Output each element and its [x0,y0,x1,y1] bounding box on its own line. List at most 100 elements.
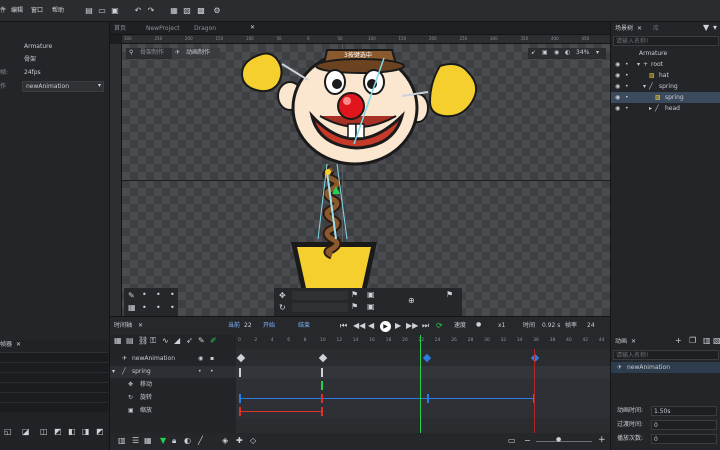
next-frame-icon[interactable]: ▶ [395,322,401,330]
add-keyframe-icon[interactable]: ◈ [222,437,228,445]
more-icon[interactable]: ▧ [713,337,720,345]
tree-row[interactable]: ◉ • ▾ + root [611,59,720,70]
library-tab[interactable]: 库 [653,26,659,32]
dot-icon[interactable]: • [156,304,161,312]
tab-newproject[interactable]: NewProject [146,26,180,32]
copy-icon[interactable]: ❐ [689,337,696,345]
play-times-input[interactable]: 0 [651,434,717,444]
menu-file[interactable]: 件 [0,8,6,14]
motion-icon[interactable]: ➶ [186,337,193,345]
ease-bezier-icon[interactable]: ◩ [96,428,104,436]
flag-icon[interactable]: ⚑ [351,303,358,311]
dot-icon[interactable]: • [625,95,629,101]
move-icon[interactable]: ✥ [279,292,286,300]
tab-home[interactable]: 首页 [114,26,126,32]
undo-icon[interactable]: ↶ [133,6,143,16]
current-frame-value[interactable]: 22 [244,323,252,329]
scene-tree-close-icon[interactable]: ✕ [637,26,642,32]
publish-icon[interactable]: ▩ [196,6,206,16]
layer-row-move[interactable]: ✥ 移动 [110,379,236,391]
rotation-field[interactable] [292,303,348,312]
onion-skin-icon[interactable]: ◐ [184,437,191,445]
list-icon[interactable]: ☰ [132,437,139,445]
prev-frame-icon[interactable]: ◀ [368,322,374,330]
tab-dragon[interactable]: Dragon [194,26,216,32]
settings-icon[interactable]: ⚙ [212,6,222,16]
bone-icon[interactable]: ╱ [198,437,203,445]
zoom-in-icon[interactable]: + [598,436,606,445]
dot-icon[interactable]: • [625,73,629,79]
keyframe-bar[interactable] [321,381,323,390]
keyframe-marker[interactable] [236,353,246,363]
import-icon[interactable]: ▦ [169,6,179,16]
lock-icon[interactable]: 🔒︎ [172,437,176,445]
fps-value[interactable]: 24 [587,323,595,329]
save-icon[interactable]: ▣ [110,6,120,16]
chevron-down-icon[interactable]: ▾ [643,84,646,90]
zoom-out-icon[interactable]: ▭ [508,437,516,445]
chevron-right-icon[interactable]: ▸ [649,106,652,112]
keyframe-bar[interactable] [321,368,323,377]
pen-tool-icon[interactable]: ✎ [128,292,135,300]
keyframe-marker[interactable] [530,353,540,363]
checkbox-icon[interactable]: ▣ [367,291,375,299]
pen-icon[interactable]: ✐ [210,337,217,345]
ease-out-icon[interactable]: ◫ [40,428,48,436]
end-frame-label[interactable]: 结束 [298,323,310,329]
speed-slider-knob[interactable]: ● [476,322,481,328]
keyframe-bar[interactable] [239,368,241,377]
tree-row[interactable]: ◉ • ▸ ╱ head [611,103,720,114]
dot-icon[interactable]: • [170,291,175,299]
frame-grid[interactable]: 0246810121416182022242628303234363840424… [236,335,610,439]
tree-row-selected[interactable]: ◉ • ▨ spring [611,92,720,103]
dot-icon[interactable]: • [625,106,629,112]
eye-icon[interactable]: ◉ [615,62,620,68]
menu-window[interactable]: 窗口 [31,8,43,14]
animation-list-item[interactable]: ✈ newAnimation [611,362,720,373]
layer-row-rotate[interactable]: ↻ 旋转 [110,392,236,404]
first-frame-icon[interactable]: ⏮ [340,322,347,330]
timeline-close-icon[interactable]: ✕ [138,323,143,329]
delete-keyframe-icon[interactable]: ◇ [250,437,256,445]
eye-icon[interactable]: ◉ [615,84,620,90]
link-icon[interactable]: ⛓ [138,337,148,345]
layers-icon[interactable]: ▤ [126,337,134,345]
playhead[interactable] [420,335,422,439]
minus-icon[interactable]: − [524,437,531,445]
play-icon[interactable]: ▶ [380,321,391,332]
ease-in-icon[interactable]: ◪ [22,428,30,436]
flag-icon[interactable]: ⚑ [446,291,453,299]
scene-search-input[interactable]: 请输入名称! [613,36,719,46]
layer-row-spring[interactable]: ▾ ╱ spring • • [110,366,236,378]
add-icon[interactable]: + [675,337,682,345]
dot-icon[interactable]: • [142,291,147,299]
last-frame-icon[interactable]: ⏭ [422,322,429,330]
grid-icon[interactable]: ▦ [144,437,152,445]
scale-icon[interactable]: ⊕ [408,297,415,305]
ease-icon[interactable]: ◢ [174,337,180,345]
flag-icon[interactable]: ⚑ [351,291,358,299]
grid-icon[interactable]: ▦ [114,337,122,345]
timeline-menu-icon[interactable]: ▥ [118,437,126,445]
dot-icon[interactable]: • [170,304,175,312]
chevron-down-icon[interactable]: ▾ [713,24,717,32]
dot-icon[interactable]: • [156,291,161,299]
lock-icon[interactable]: ▪ [210,356,214,362]
delete-icon[interactable]: ▥ [703,337,711,345]
position-field[interactable] [292,291,348,300]
dot-icon[interactable]: • [625,62,629,68]
menu-help[interactable]: 帮助 [52,8,64,14]
rotate-icon[interactable]: ↻ [279,304,286,312]
dot-icon[interactable]: • [210,369,214,375]
keyframe-marker[interactable] [318,353,328,363]
keyframe-marker[interactable] [422,353,432,363]
ease-linear-icon[interactable]: ◱ [4,428,12,436]
layer-row-scale[interactable]: ▣ 缩放 [110,405,236,417]
ease-inout-icon[interactable]: ◩ [54,428,62,436]
dot-icon[interactable]: • [198,369,202,375]
grid-icon[interactable]: ▦ [128,304,136,312]
menu-edit[interactable]: 编辑 [11,8,23,14]
loop-icon[interactable]: ⟳ [436,322,443,330]
dot-icon[interactable]: • [625,84,629,90]
ease-step-icon[interactable]: ◧ [68,428,76,436]
